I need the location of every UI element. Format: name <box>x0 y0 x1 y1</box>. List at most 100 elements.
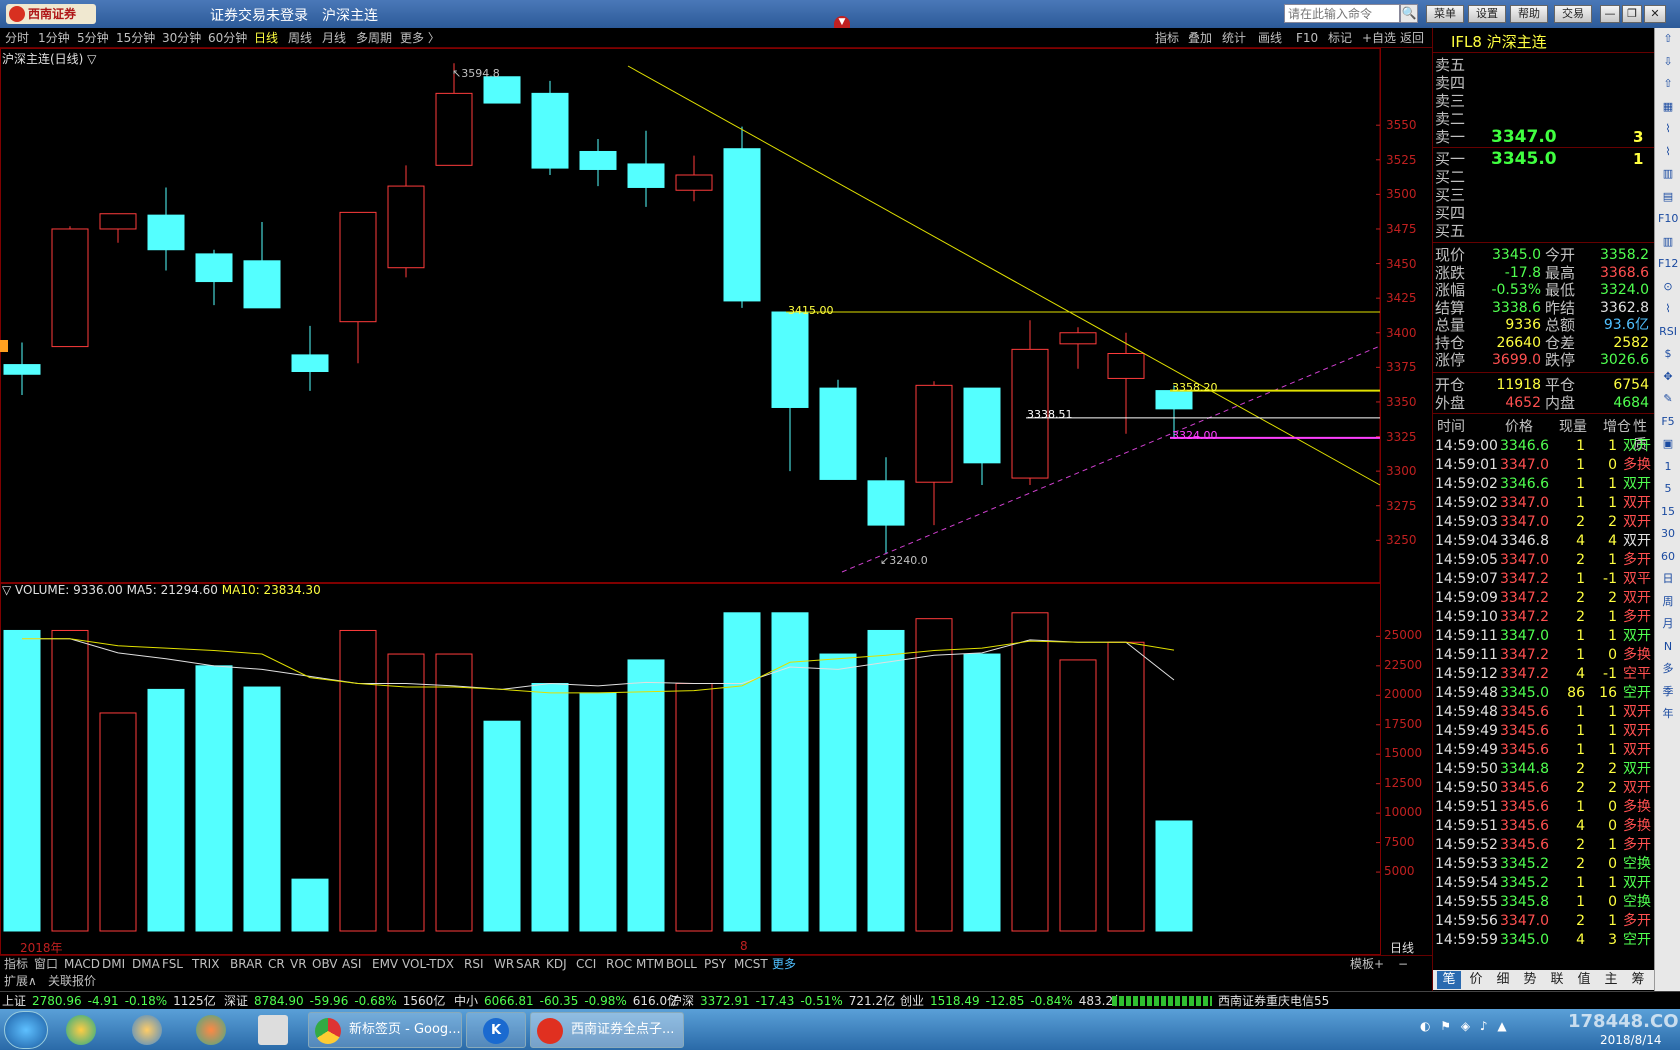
indicator-tab-24[interactable]: 更多 <box>772 956 796 973</box>
side-icon-29[interactable]: 季 <box>1658 683 1678 701</box>
clock-date[interactable]: 2018/8/14 <box>1600 1033 1662 1047</box>
tool-mark[interactable]: 标记 <box>1328 29 1352 47</box>
indicator-tab-17[interactable]: KDJ <box>546 956 567 973</box>
indicator-right-1[interactable]: + <box>1374 956 1384 973</box>
quote-tab-6[interactable]: 主 <box>1599 971 1623 989</box>
indicator-tab-5[interactable]: FSL <box>162 956 183 973</box>
side-icon-14[interactable]: $ <box>1658 345 1678 363</box>
side-icon-0[interactable]: ⇧ <box>1658 30 1678 48</box>
indicator-tab-4[interactable]: DMA <box>132 956 160 973</box>
side-icon-10[interactable]: F12 <box>1658 255 1678 273</box>
app-pin-icon[interactable] <box>66 1015 96 1045</box>
tool-indicator[interactable]: 指标 <box>1155 29 1179 47</box>
side-icon-9[interactable]: ▥ <box>1658 233 1678 251</box>
side-icon-13[interactable]: RSI <box>1658 323 1678 341</box>
period-daily[interactable]: 日线 <box>254 29 278 47</box>
side-icon-5[interactable]: ⌇ <box>1658 143 1678 161</box>
quote-tab-7[interactable]: 筹 <box>1626 971 1650 989</box>
side-icon-22[interactable]: 30 <box>1658 525 1678 543</box>
indicator-tab-7[interactable]: BRAR <box>230 956 263 973</box>
settings-button[interactable]: 设置 <box>1468 5 1506 23</box>
side-icon-1[interactable]: ⇩ <box>1658 53 1678 71</box>
indicator-tab-23[interactable]: MCST <box>734 956 768 973</box>
buy-level-price[interactable]: 3345.0 <box>1491 150 1557 168</box>
side-icon-27[interactable]: N <box>1658 638 1678 656</box>
period-weekly[interactable]: 周线 <box>288 29 312 47</box>
indicator-tab-20[interactable]: MTM <box>636 956 664 973</box>
volume-chart[interactable]: ▽ VOLUME: 9336.00 MA5: 21294.60 MA10: 23… <box>0 583 1432 955</box>
task-k-app[interactable]: K <box>466 1012 526 1048</box>
restore-icon[interactable]: ❐ <box>1622 5 1642 23</box>
side-icon-18[interactable]: ▣ <box>1658 435 1678 453</box>
index-quote-0[interactable]: 上证 2780.96 -4.91 -0.18% 1125亿 <box>2 992 222 1009</box>
indicator-tab-10[interactable]: OBV <box>312 956 338 973</box>
command-input[interactable] <box>1284 4 1400 23</box>
indicator-tab-2[interactable]: MACD <box>64 956 100 973</box>
side-icon-16[interactable]: ✎ <box>1658 390 1678 408</box>
period-fenshi[interactable]: 分时 <box>5 29 29 47</box>
indicator-tab-3[interactable]: DMI <box>102 956 125 973</box>
indicator-tab-14[interactable]: RSI <box>464 956 484 973</box>
side-icon-28[interactable]: 多 <box>1658 660 1678 678</box>
side-icon-24[interactable]: 日 <box>1658 570 1678 588</box>
quote-tab-0[interactable]: 笔 <box>1437 971 1461 989</box>
indicator-tab-21[interactable]: BOLL <box>666 956 697 973</box>
indicator-tab-18[interactable]: CCI <box>576 956 596 973</box>
start-button[interactable] <box>4 1011 48 1049</box>
period-monthly[interactable]: 月线 <box>322 29 346 47</box>
indicator-right-2[interactable]: − <box>1398 956 1408 973</box>
quote-tab-1[interactable]: 价 <box>1464 971 1488 989</box>
side-icon-11[interactable]: ⊙ <box>1658 278 1678 296</box>
indicator-tab-1[interactable]: 窗口 <box>34 956 58 973</box>
calculator-icon[interactable] <box>258 1015 288 1045</box>
tool-overlay[interactable]: 叠加 <box>1188 29 1212 47</box>
indicator-tab-12[interactable]: EMV <box>372 956 398 973</box>
side-icon-23[interactable]: 60 <box>1658 548 1678 566</box>
period-more[interactable]: 更多 〉 <box>400 29 440 47</box>
side-icon-7[interactable]: ▤ <box>1658 188 1678 206</box>
quote-tab-3[interactable]: 势 <box>1518 971 1542 989</box>
indicator-tab-8[interactable]: CR <box>268 956 285 973</box>
indicator-tab-22[interactable]: PSY <box>704 956 726 973</box>
tool-back[interactable]: 返回 <box>1400 29 1424 47</box>
paint-icon[interactable] <box>196 1015 226 1045</box>
side-icon-30[interactable]: 年 <box>1658 705 1678 723</box>
period-multi[interactable]: 多周期 <box>356 29 392 47</box>
period-15min[interactable]: 15分钟 <box>116 29 155 47</box>
expand-tab[interactable]: 扩展∧ <box>4 973 37 990</box>
kline-chart[interactable]: 沪深主连(日线) ▽ 3550 3525 3500 3475 3450 3425 3400 3… <box>0 48 1432 583</box>
indicator-tab-16[interactable]: SAR <box>516 956 540 973</box>
index-quote-1[interactable]: 深证 8784.90 -59.96 -0.68% 1560亿 <box>224 992 451 1009</box>
quote-tab-2[interactable]: 细 <box>1491 971 1515 989</box>
period-5min[interactable]: 5分钟 <box>77 29 109 47</box>
related-quote-tab[interactable]: 关联报价 <box>48 973 96 990</box>
side-icon-8[interactable]: F10 <box>1658 210 1678 228</box>
indicator-tab-9[interactable]: VR <box>290 956 307 973</box>
indicator-tab-11[interactable]: ASI <box>342 956 361 973</box>
quote-tab-4[interactable]: 联 <box>1545 971 1569 989</box>
app-pin-icon[interactable] <box>132 1015 162 1045</box>
side-icon-4[interactable]: ⌇ <box>1658 120 1678 138</box>
indicator-tab-13[interactable]: VOL-TDX <box>402 956 454 973</box>
side-icon-25[interactable]: 周 <box>1658 593 1678 611</box>
index-quote-2[interactable]: 中小 6066.81 -60.35 -0.98% 616.0亿 <box>454 992 685 1009</box>
period-60min[interactable]: 60分钟 <box>208 29 247 47</box>
side-icon-17[interactable]: F5 <box>1658 413 1678 431</box>
index-quote-3[interactable]: 沪深 3372.91 -17.43 -0.51% 721.2亿 <box>670 992 901 1009</box>
quote-tab-5[interactable]: 值 <box>1572 971 1596 989</box>
side-icon-2[interactable]: ⇧ <box>1658 75 1678 93</box>
tool-add-watch[interactable]: +自选 <box>1362 29 1396 47</box>
tray-icons[interactable]: ◐ ⚑ ◈ ♪ ▲ <box>1420 1019 1540 1041</box>
close-icon[interactable]: ✕ <box>1644 5 1666 23</box>
side-icon-21[interactable]: 15 <box>1658 503 1678 521</box>
sell-level-price[interactable]: 3347.0 <box>1491 128 1557 146</box>
side-icon-26[interactable]: 月 <box>1658 615 1678 633</box>
side-icon-20[interactable]: 5 <box>1658 480 1678 498</box>
minimize-icon[interactable]: — <box>1600 5 1620 23</box>
tool-draw[interactable]: 画线 <box>1258 29 1282 47</box>
task-chrome[interactable]: 新标签页 - Goog... <box>308 1012 462 1048</box>
task-broker[interactable]: 西南证券全点子... <box>530 1012 684 1048</box>
tool-stats[interactable]: 统计 <box>1222 29 1246 47</box>
tool-f10[interactable]: F10 <box>1296 29 1318 47</box>
side-icon-15[interactable]: ✥ <box>1658 368 1678 386</box>
